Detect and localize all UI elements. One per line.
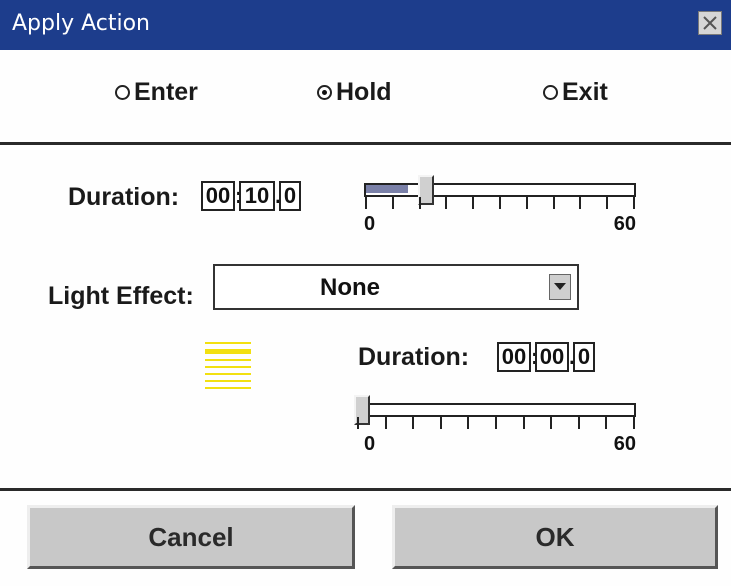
radio-enter[interactable]: Enter (115, 78, 198, 106)
slider-tick (578, 417, 580, 429)
slider-tick (467, 417, 469, 429)
light-effect-icon (205, 342, 251, 389)
chevron-down-icon (554, 283, 566, 290)
duration-slider-max-label: 60 (613, 213, 636, 235)
close-button[interactable] (698, 11, 722, 35)
slider-tick (472, 197, 474, 209)
slider-tick (419, 197, 421, 209)
top-divider (0, 142, 731, 145)
apply-action-dialog: Apply Action Enter Hold Exit Duration: 0… (0, 0, 731, 586)
title-bar: Apply Action (0, 0, 731, 50)
duration-slider-fill (366, 185, 408, 193)
radio-hold-indicator[interactable] (317, 84, 332, 100)
light-duration-minutes-field[interactable]: 00 (497, 342, 531, 372)
bottom-divider (0, 488, 731, 491)
slider-tick (499, 197, 501, 209)
duration-label: Duration: (68, 183, 180, 211)
light-duration-label: Duration: (358, 343, 470, 371)
slider-tick (553, 197, 555, 209)
duration-seconds-field[interactable]: 10 (239, 181, 275, 211)
radio-exit-label: Exit (562, 77, 608, 106)
light-duration-slider-max-label: 60 (613, 433, 636, 455)
slider-tick (392, 197, 394, 209)
slider-tick (606, 197, 608, 209)
slider-tick (495, 417, 497, 429)
duration-tenths-field[interactable]: 0 (279, 181, 301, 211)
slider-tick (550, 417, 552, 429)
cancel-button[interactable]: Cancel (27, 505, 355, 569)
radio-enter-label: Enter (134, 77, 198, 106)
slider-tick (633, 417, 635, 429)
slider-tick (605, 417, 607, 429)
duration-time-input: 00 : 10 . 0 (201, 181, 301, 211)
radio-exit[interactable]: Exit (543, 78, 608, 106)
slider-tick (385, 417, 387, 429)
slider-tick (633, 197, 635, 209)
duration-minutes-field[interactable]: 00 (201, 181, 235, 211)
radio-enter-indicator[interactable] (115, 84, 130, 100)
slider-tick (445, 197, 447, 209)
light-duration-slider-min-label: 0 (364, 433, 376, 455)
light-duration-time-input: 00 : 00 . 0 (497, 342, 595, 372)
light-duration-slider[interactable]: 0 60 (354, 395, 636, 463)
radio-hold[interactable]: Hold (317, 78, 392, 106)
light-effect-dropdown-button[interactable] (549, 274, 571, 300)
light-effect-select[interactable]: None (213, 264, 579, 310)
light-effect-label: Light Effect: (48, 282, 194, 310)
light-duration-tenths-field[interactable]: 0 (573, 342, 595, 372)
slider-tick (523, 417, 525, 429)
slider-tick (412, 417, 414, 429)
radio-hold-label: Hold (336, 77, 392, 106)
window-title: Apply Action (12, 11, 151, 36)
close-icon (703, 16, 717, 30)
radio-exit-indicator[interactable] (543, 84, 558, 100)
slider-tick (357, 417, 359, 429)
duration-slider-min-label: 0 (364, 213, 376, 235)
duration-slider[interactable]: 0 60 (364, 175, 636, 243)
light-duration-seconds-field[interactable]: 00 (535, 342, 569, 372)
light-duration-slider-track[interactable] (356, 403, 636, 417)
light-effect-value: None (320, 274, 380, 301)
slider-tick (440, 417, 442, 429)
slider-tick (365, 197, 367, 209)
slider-tick (579, 197, 581, 209)
ok-button[interactable]: OK (392, 505, 718, 569)
slider-tick (526, 197, 528, 209)
